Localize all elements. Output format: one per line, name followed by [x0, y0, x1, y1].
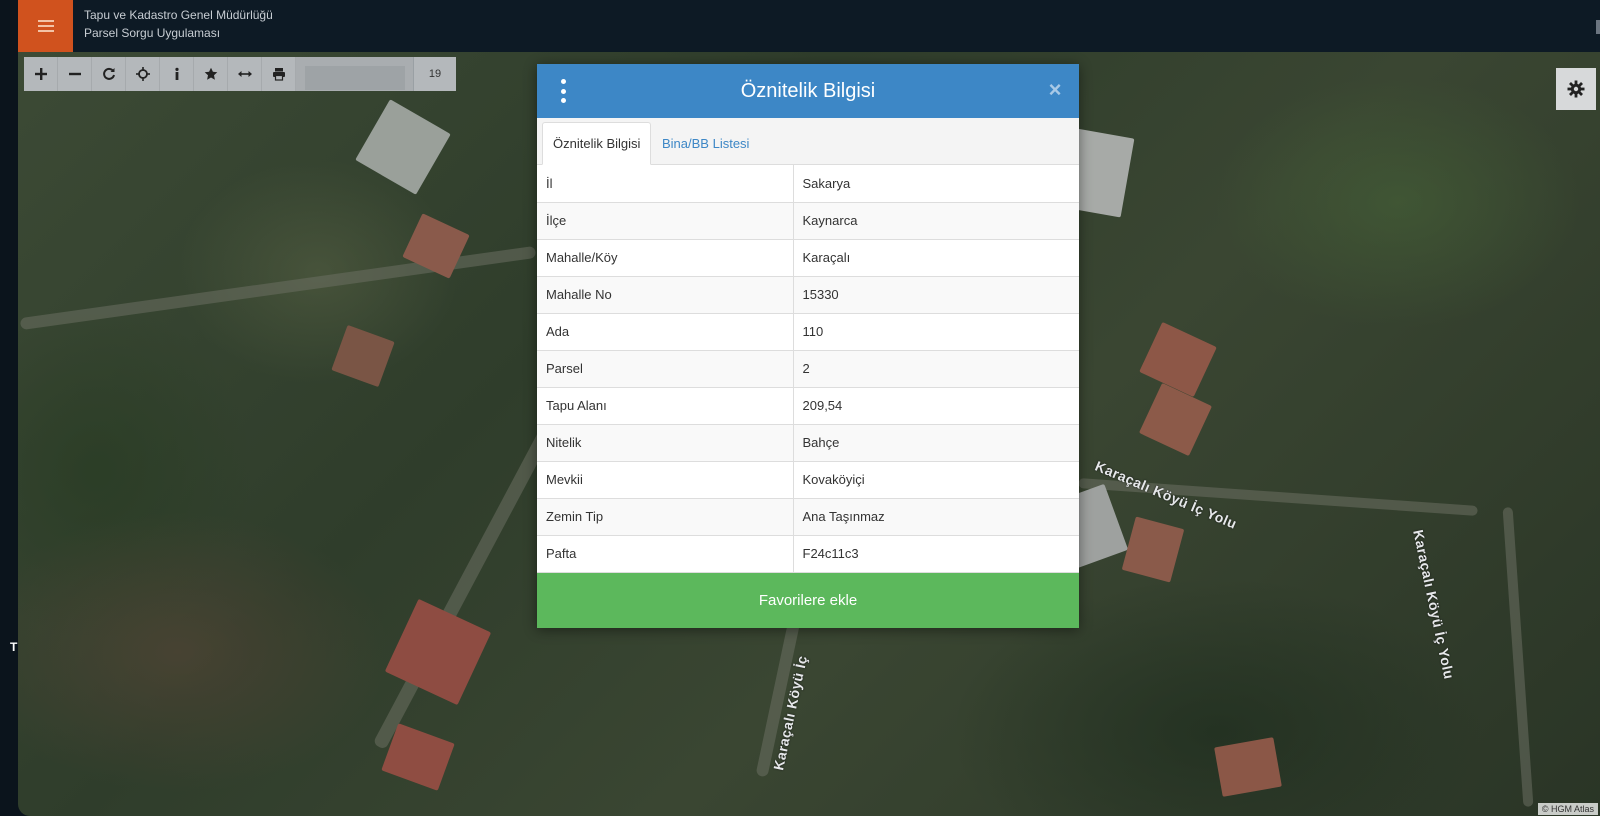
refresh-button[interactable] — [92, 57, 126, 91]
tab-attribute-info[interactable]: Öznitelik Bilgisi — [542, 122, 652, 165]
measure-button[interactable] — [228, 57, 262, 91]
table-row: Mahalle No 15330 — [537, 276, 1079, 314]
table-row: Pafta F24c11c3 — [537, 535, 1079, 573]
refresh-icon — [102, 67, 115, 80]
crosshair-icon — [135, 67, 150, 81]
map-toolbar: 19 — [24, 57, 456, 91]
add-to-favorites-button[interactable]: Favorilere ekle — [537, 573, 1079, 628]
left-strip — [0, 0, 18, 816]
favorites-button[interactable] — [194, 57, 228, 91]
close-icon: × — [1048, 77, 1062, 102]
arrows-horizontal-icon — [237, 71, 252, 77]
print-button[interactable] — [262, 57, 296, 91]
app-title-line2: Parsel Sorgu Uygulaması — [84, 26, 221, 40]
scale-bar-fill — [304, 66, 405, 90]
attribute-key: Parsel — [537, 350, 794, 388]
table-row: Zemin Tip Ana Taşınmaz — [537, 498, 1079, 536]
attribute-table: İl Sakarya İlçe Kaynarca Mahalle/Köy Karaça… — [537, 165, 1079, 573]
minus-icon — [68, 72, 81, 76]
info-button[interactable] — [160, 57, 194, 91]
app-header: Tapu ve Kadastro Genel Müdürlüğü Parsel … — [0, 0, 1600, 52]
attribute-key: Mahalle/Köy — [537, 239, 794, 277]
close-button[interactable]: × — [1045, 78, 1065, 102]
dialog-header: Öznitelik Bilgisi × — [537, 64, 1079, 118]
road-label: Karaçalı Köyü İç Yolu — [1410, 528, 1458, 681]
scale-bar — [296, 57, 414, 91]
attribute-key: Mevkii — [537, 461, 794, 499]
attribute-value: Ana Taşınmaz — [793, 498, 1079, 536]
attribute-key: Ada — [537, 313, 794, 351]
print-icon — [272, 68, 285, 81]
map-building — [1121, 516, 1185, 583]
attribute-value: 15330 — [793, 276, 1079, 314]
map-building — [1138, 382, 1213, 457]
table-row: Mevkii Kovaköyiçi — [537, 461, 1079, 499]
dialog-options-button[interactable] — [555, 79, 571, 103]
map-building — [331, 324, 395, 388]
table-row: Mahalle/Köy Karaçalı — [537, 239, 1079, 277]
settings-button[interactable] — [1556, 68, 1596, 110]
header-edge-mark — [1596, 20, 1600, 34]
attribute-value: F24c11c3 — [793, 535, 1079, 573]
kebab-dot — [560, 79, 566, 84]
attribute-value: 2 — [793, 350, 1079, 388]
attribute-key: Zemin Tip — [537, 498, 794, 536]
kebab-dot — [560, 88, 566, 94]
table-row: Nitelik Bahçe — [537, 424, 1079, 462]
zoom-out-button[interactable] — [58, 57, 92, 91]
table-row: Parsel 2 — [537, 350, 1079, 388]
table-row: İlçe Kaynarca — [537, 202, 1079, 240]
map-building — [355, 99, 451, 195]
locate-button[interactable] — [126, 57, 160, 91]
attribute-value: Kovaköyiçi — [793, 461, 1079, 499]
zoom-in-button[interactable] — [24, 57, 58, 91]
dialog-title: Öznitelik Bilgisi — [740, 79, 876, 102]
gear-icon — [1567, 80, 1585, 98]
table-row: Tapu Alanı 209,54 — [537, 387, 1079, 425]
map-road — [372, 407, 564, 751]
attribute-value: Sakarya — [793, 165, 1079, 203]
plus-icon — [34, 68, 47, 80]
tab-building-list[interactable]: Bina/BB Listesi — [652, 122, 759, 165]
attribute-value: 209,54 — [793, 387, 1079, 425]
attribute-key: İl — [537, 165, 794, 203]
map-road — [1502, 507, 1534, 807]
hamburger-icon — [37, 20, 54, 32]
attribute-value: Bahçe — [793, 424, 1079, 462]
attribute-info-dialog: Öznitelik Bilgisi × Öznitelik Bilgisi Bi… — [537, 64, 1079, 628]
info-icon — [174, 67, 179, 80]
star-icon — [204, 67, 217, 80]
map-building — [1214, 737, 1282, 797]
attribute-value: Karaçalı — [793, 239, 1079, 277]
attribute-key: Pafta — [537, 535, 794, 573]
attribute-key: İlçe — [537, 202, 794, 240]
app-title: Tapu ve Kadastro Genel Müdürlüğü Parsel … — [84, 6, 273, 42]
attribute-key: Nitelik — [537, 424, 794, 462]
attribute-value: Kaynarca — [793, 202, 1079, 240]
table-row: İl Sakarya — [537, 165, 1079, 203]
table-row: Ada 110 — [537, 313, 1079, 351]
kebab-dot — [560, 98, 566, 103]
attribute-value: 110 — [793, 313, 1079, 351]
map-attribution[interactable]: © HGM Atlas — [1537, 803, 1598, 815]
map-building — [1139, 321, 1217, 398]
zoom-level-indicator: 19 — [428, 68, 442, 80]
attribute-key: Mahalle No — [537, 276, 794, 314]
hamburger-menu-button[interactable] — [18, 0, 73, 52]
attribute-key: Tapu Alanı — [537, 387, 794, 425]
side-letter: T — [10, 640, 18, 654]
dialog-tabs: Öznitelik Bilgisi Bina/BB Listesi — [537, 118, 1079, 165]
app-title-line1: Tapu ve Kadastro Genel Müdürlüğü — [84, 8, 273, 22]
